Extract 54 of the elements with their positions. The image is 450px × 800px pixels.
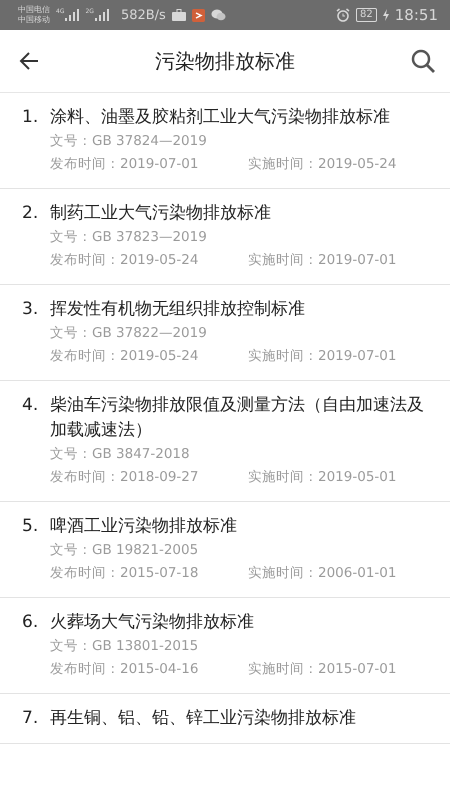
standard-title: 制药工业大气污染物排放标准	[50, 202, 271, 225]
item-number: 4.	[22, 394, 40, 417]
effective-date: 实施时间：2019-05-01	[248, 468, 396, 487]
document-number: 文号：GB 13801-2015	[50, 637, 200, 656]
back-button[interactable]	[18, 50, 40, 72]
document-number: 文号：GB 37822—2019	[50, 324, 208, 343]
briefcase-icon	[172, 9, 186, 21]
alarm-icon	[336, 8, 350, 22]
standard-list-item[interactable]: 1. 涂料、油墨及胶粘剂工业大气污染物排放标准 文号：GB 37824—2019 发布时间：2019-07-01 实施时间：2019-05-24	[0, 93, 450, 189]
effective-date: 实施时间：2015-07-01	[248, 660, 396, 679]
standard-list-item[interactable]: 4. 柴油车污染物排放限值及测量方法（自由加速法及加载减速法） 文号：GB 3847-2018 发布时间：2018-09-27 实施时间：2019-05-01	[0, 381, 450, 502]
battery-indicator: 82	[356, 8, 377, 22]
item-number: 6.	[22, 611, 40, 634]
document-number: 文号：GB 3847-2018	[50, 445, 191, 464]
publish-date: 发布时间：2015-07-18	[50, 564, 200, 583]
standard-list-item[interactable]: 5. 啤酒工业污染物排放标准 文号：GB 19821-2005 发布时间：2015-07-18 实施时间：2006-01-01	[0, 502, 450, 598]
standard-list-item[interactable]: 3. 挥发性有机物无组织排放控制标准 文号：GB 37822—2019 发布时间：2019-05-24 实施时间：2019-07-01	[0, 285, 450, 381]
standard-list-item[interactable]: 7. 再生铜、铝、铅、锌工业污染物排放标准	[0, 694, 450, 744]
item-number: 7.	[22, 707, 40, 730]
page-title: 污染物排放标准	[154, 48, 296, 74]
search-button[interactable]	[410, 48, 436, 74]
item-number: 2.	[22, 202, 40, 225]
carrier-label: 中国移动	[18, 15, 50, 25]
standard-title: 啤酒工业污染物排放标准	[50, 515, 237, 538]
standard-title: 挥发性有机物无组织排放控制标准	[50, 298, 305, 321]
publish-date: 发布时间：2019-05-24	[50, 251, 200, 270]
standard-title: 涂料、油墨及胶粘剂工业大气污染物排放标准	[50, 106, 390, 129]
effective-date: 实施时间：2006-01-01	[248, 564, 396, 583]
document-number: 文号：GB 37824—2019	[50, 132, 208, 151]
standard-title: 再生铜、铝、铅、锌工业污染物排放标准	[50, 707, 356, 730]
document-number: 文号：GB 37823—2019	[50, 228, 208, 247]
publish-date: 发布时间：2019-05-24	[50, 347, 200, 366]
effective-date: 实施时间：2019-07-01	[248, 347, 396, 366]
charging-icon	[382, 9, 389, 21]
document-number: 文号：GB 19821-2005	[50, 541, 200, 560]
item-number: 5.	[22, 515, 40, 538]
signal-icon	[94, 9, 109, 21]
effective-date: 实施时间：2019-05-24	[248, 155, 396, 174]
standard-title: 火葬场大气污染物排放标准	[50, 611, 254, 634]
signal-icon	[65, 9, 80, 21]
network-speed: 582B/s	[120, 8, 166, 22]
standard-list-item[interactable]: 2. 制药工业大气污染物排放标准 文号：GB 37823—2019 发布时间：2019-05-24 实施时间：2019-07-01	[0, 189, 450, 285]
standard-list-item[interactable]: 6. 火葬场大气污染物排放标准 文号：GB 13801-2015 发布时间：2015-04-16 实施时间：2015-07-01	[0, 598, 450, 694]
publish-date: 发布时间：2019-07-01	[50, 155, 200, 174]
app-icon	[192, 8, 205, 22]
standard-title: 柴油车污染物排放限值及测量方法（自由加速法及加载减速法）	[50, 394, 425, 442]
carrier-label: 中国电信	[18, 5, 50, 15]
publish-date: 发布时间：2015-04-16	[50, 660, 200, 679]
clock-time: 18:51	[394, 6, 438, 24]
chat-icon	[210, 9, 226, 21]
effective-date: 实施时间：2019-07-01	[248, 251, 396, 270]
item-number: 1.	[22, 106, 40, 129]
item-number: 3.	[22, 298, 40, 321]
publish-date: 发布时间：2018-09-27	[50, 468, 200, 487]
